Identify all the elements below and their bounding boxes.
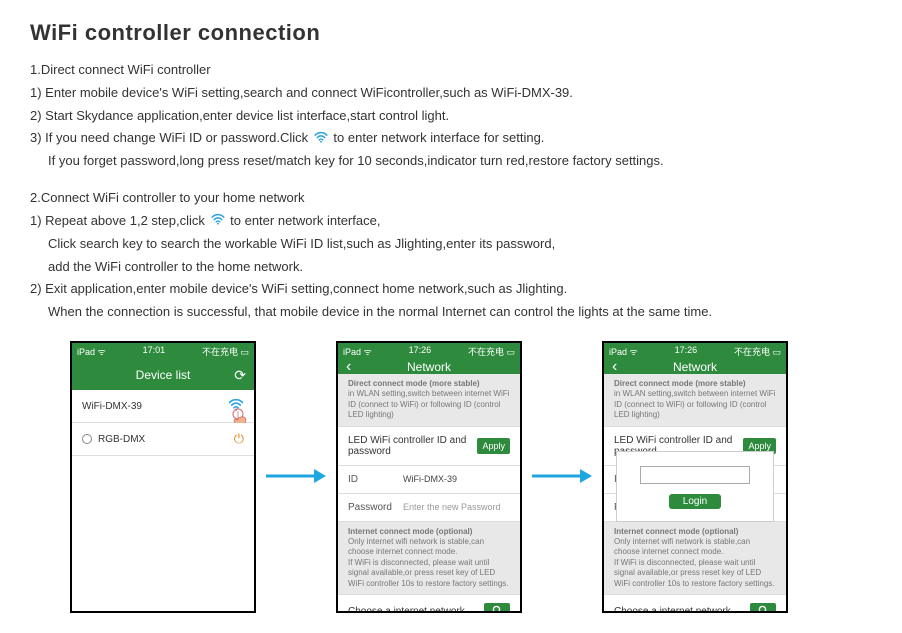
search-button[interactable] <box>750 603 776 613</box>
device-row[interactable]: RGB-DMX ⏻ <box>72 423 254 456</box>
battery-label: 不在充电 ▭ <box>468 345 515 358</box>
section2-step1-part1: 1) Repeat above 1,2 step,click <box>30 213 205 228</box>
gear-icon <box>82 434 92 444</box>
internet-mode-info: Internet connect mode (optional) Only in… <box>604 522 786 595</box>
device-label: RGB-DMX <box>98 434 234 445</box>
arrow-icon <box>526 466 598 489</box>
apply-button[interactable]: Apply <box>477 438 510 454</box>
carrier-label: iPad ᯤ <box>77 345 106 358</box>
id-value: WiFi-DMX-39 <box>403 474 510 484</box>
section1-step3-note: If you forget password,long press reset/… <box>30 151 872 172</box>
section1-step3-part1: 3) If you need change WiFi ID or passwor… <box>30 130 308 145</box>
nav-title: Device list <box>136 368 191 382</box>
choose-network-label: Choose a internet network <box>348 606 484 613</box>
direct-mode-desc: in WLAN setting,switch between internet … <box>614 389 775 419</box>
direct-mode-desc: in WLAN setting,switch between internet … <box>348 389 509 419</box>
section2-step1: 1) Repeat above 1,2 step,click to enter … <box>30 211 872 232</box>
direct-mode-info: Direct connect mode (more stable) in WLA… <box>338 374 520 427</box>
login-overlay: Login <box>616 451 774 522</box>
section1-step2: 2) Start Skydance application,enter devi… <box>30 106 872 127</box>
internet-mode-desc: Only internet wifi network is stable,can… <box>614 537 775 588</box>
password-placeholder: Enter the new Password <box>403 502 510 512</box>
section1-step3: 3) If you need change WiFi ID or passwor… <box>30 128 872 149</box>
internet-mode-info: Internet connect mode (optional) Only in… <box>338 522 520 595</box>
carrier-label: iPad ᯤ <box>343 345 372 358</box>
clock: 17:26 <box>675 345 698 358</box>
phone-network-settings: iPad ᯤ 17:26 不在充电 ▭ ‹ Network Direct con… <box>336 341 522 613</box>
nav-title: Network <box>673 360 717 374</box>
status-bar: iPad ᯤ 17:26 不在充电 ▭ <box>338 343 520 360</box>
status-bar: iPad ᯤ 17:26 不在充电 ▭ <box>604 343 786 360</box>
login-button[interactable]: Login <box>669 494 721 509</box>
login-password-input[interactable] <box>640 466 750 484</box>
password-row[interactable]: Password Enter the new Password <box>338 494 520 522</box>
section-direct-connect: 1.Direct connect WiFi controller 1) Ente… <box>30 60 872 172</box>
section1-heading: 1.Direct connect WiFi controller <box>30 60 872 81</box>
nav-bar: ‹ Network <box>604 360 786 374</box>
screenshots-row: iPad ᯤ 17:01 不在充电 ▭ Device list ⟳ WiFi-D… <box>70 341 872 613</box>
refresh-icon[interactable]: ⟳ <box>234 368 246 382</box>
phone-device-list: iPad ᯤ 17:01 不在充电 ▭ Device list ⟳ WiFi-D… <box>70 341 256 613</box>
battery-label: 不在充电 ▭ <box>202 345 249 358</box>
wifi-icon <box>314 129 328 150</box>
led-id-label: LED WiFi controller ID and password <box>348 435 477 457</box>
nav-bar: Device list ⟳ <box>72 360 254 390</box>
id-row: ID WiFi-DMX-39 <box>338 466 520 494</box>
password-label: Password <box>348 502 403 513</box>
nav-bar: ‹ Network <box>338 360 520 374</box>
section2-step1c: Click search key to search the workable … <box>30 234 872 255</box>
page-title: WiFi controller connection <box>30 20 872 46</box>
status-bar: iPad ᯤ 17:01 不在充电 ▭ <box>72 343 254 360</box>
clock: 17:01 <box>143 345 166 358</box>
phone-login-dialog: iPad ᯤ 17:26 不在充电 ▭ ‹ Network Direct con… <box>602 341 788 613</box>
section2-step1d: add the WiFi controller to the home netw… <box>30 257 872 278</box>
id-label: ID <box>348 474 403 485</box>
direct-mode-heading: Direct connect mode (more stable) <box>348 379 480 388</box>
section2-step2a: 2) Exit application,enter mobile device'… <box>30 279 872 300</box>
section2-heading: 2.Connect WiFi controller to your home n… <box>30 188 872 209</box>
back-icon[interactable]: ‹ <box>346 359 351 375</box>
power-icon[interactable]: ⏻ <box>234 431 244 447</box>
section2-step1-part2: to enter network interface, <box>230 213 380 228</box>
back-icon[interactable]: ‹ <box>612 359 617 375</box>
battery-label: 不在充电 ▭ <box>734 345 781 358</box>
choose-network-row: Choose a internet network <box>604 595 786 613</box>
section1-step1: 1) Enter mobile device's WiFi setting,se… <box>30 83 872 104</box>
section-home-network: 2.Connect WiFi controller to your home n… <box>30 188 872 323</box>
choose-network-row: Choose a internet network <box>338 595 520 613</box>
wifi-icon <box>211 211 225 232</box>
choose-network-label: Choose a internet network <box>614 606 750 613</box>
search-button[interactable] <box>484 603 510 613</box>
nav-title: Network <box>407 360 451 374</box>
internet-mode-heading: Internet connect mode (optional) <box>348 527 472 536</box>
direct-mode-heading: Direct connect mode (more stable) <box>614 379 746 388</box>
section2-step2b: When the connection is successful, that … <box>30 302 872 323</box>
wifi-id-label: WiFi-DMX-39 <box>82 401 228 412</box>
clock: 17:26 <box>409 345 432 358</box>
wifi-id-row[interactable]: WiFi-DMX-39 <box>72 390 254 423</box>
section1-step3-part2: to enter network interface for setting. <box>333 130 544 145</box>
carrier-label: iPad ᯤ <box>609 345 638 358</box>
arrow-icon <box>260 466 332 489</box>
internet-mode-desc: Only internet wifi network is stable,can… <box>348 537 509 588</box>
direct-mode-info: Direct connect mode (more stable) in WLA… <box>604 374 786 427</box>
internet-mode-heading: Internet connect mode (optional) <box>614 527 738 536</box>
led-id-row: LED WiFi controller ID and password Appl… <box>338 427 520 466</box>
